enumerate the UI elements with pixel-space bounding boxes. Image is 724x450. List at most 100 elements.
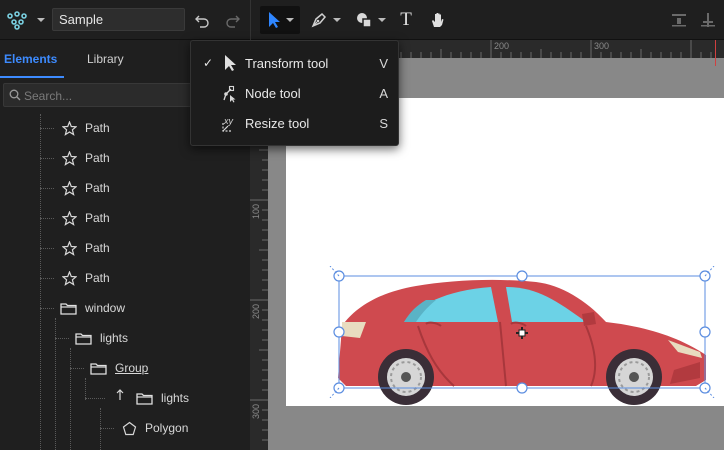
tree-item-label: Path [85, 271, 110, 285]
toolbar-divider [250, 0, 251, 40]
align-center-icon [701, 13, 715, 27]
tree-item-label: lights [100, 331, 129, 345]
resize-handle[interactable] [333, 326, 345, 338]
tree-item-label: Path [85, 181, 110, 195]
path-icon [62, 210, 77, 226]
path-icon [62, 180, 77, 196]
tree-guide [40, 188, 54, 189]
resize-handle[interactable] [699, 326, 711, 338]
tree-item-path[interactable]: Path [62, 267, 110, 289]
tree-item-path[interactable]: Path [62, 207, 110, 229]
polygon-icon [122, 421, 137, 435]
menu-item-resize-tool[interactable]: xy Resize tool S [191, 108, 398, 138]
svg-text:xy: xy [223, 116, 234, 126]
toolbar: Sample T [0, 0, 724, 40]
tab-elements[interactable]: Elements [4, 52, 57, 66]
drop-indicator-icon [116, 389, 124, 400]
tree-guide [40, 158, 54, 159]
tree-item-lights[interactable]: lights [136, 387, 189, 409]
tree-guide [55, 338, 69, 339]
tree-item-label: Path [85, 241, 110, 255]
path-icon [62, 270, 77, 286]
tree-item-label: Group [115, 361, 149, 375]
pointer-icon [268, 12, 280, 28]
chevron-down-icon [377, 18, 386, 22]
shortcut-key: S [379, 115, 388, 131]
redo-icon [226, 15, 240, 28]
ruler-label: 300 [594, 41, 610, 51]
hand-tool-button[interactable] [427, 6, 449, 34]
pen-icon [311, 12, 326, 28]
app-menu-button[interactable] [6, 6, 45, 34]
menu-item-label: Transform tool [245, 55, 329, 71]
ruler-label: 200 [251, 304, 261, 320]
align-center-button[interactable] [698, 6, 718, 34]
redo-button[interactable] [222, 6, 244, 34]
align-bottom-icon [672, 14, 686, 27]
tree-item-label: Polygon [145, 421, 189, 435]
node-icon [223, 85, 236, 103]
tree-guide [100, 428, 114, 429]
tree-item-label: lights [161, 391, 190, 405]
tree-item-path[interactable]: Path [62, 147, 110, 169]
chevron-down-icon [37, 18, 45, 22]
tree-guide [70, 348, 71, 450]
folder-icon [75, 332, 92, 345]
ruler-label: 200 [494, 41, 510, 51]
path-icon [62, 240, 77, 256]
tree-guide [100, 408, 101, 450]
menu-item-label: Node tool [245, 85, 301, 101]
document-name-field[interactable]: Sample [52, 8, 185, 31]
search-input[interactable]: Search... [3, 83, 203, 107]
tree-item-polygon[interactable]: Polygon [122, 417, 188, 439]
tree-item-path[interactable]: Path [62, 117, 110, 139]
tree-item-group[interactable]: Group [90, 357, 148, 379]
tree-guide [40, 218, 54, 219]
transform-tool-button[interactable] [260, 6, 300, 34]
tree-guide [85, 378, 86, 400]
shortcut-key: A [379, 85, 388, 101]
resize-handle[interactable] [516, 382, 528, 394]
tree-guide [40, 114, 41, 450]
tree-item-window[interactable]: window [60, 297, 125, 319]
align-bottom-button[interactable] [669, 6, 689, 34]
undo-button[interactable] [191, 6, 213, 34]
resize-icon: xy [222, 116, 234, 132]
folder-icon [60, 302, 77, 315]
chevron-down-icon [285, 18, 294, 22]
tree-item-label: Path [85, 121, 110, 135]
tab-library[interactable]: Library [87, 52, 124, 66]
path-icon [62, 120, 77, 136]
tree-guide [85, 398, 105, 399]
shapes-tool-button[interactable] [351, 6, 389, 34]
transform-tool-menu: ✓ Transform tool V Node tool A xy Resize… [190, 40, 399, 146]
shortcut-key: V [379, 55, 388, 71]
check-icon: ✓ [203, 56, 214, 70]
text-tool-button[interactable]: T [396, 6, 416, 34]
guide-line [715, 40, 716, 66]
tree-item-lights[interactable]: lights [75, 327, 128, 349]
tree-item-label: window [85, 301, 126, 315]
shapes-icon [356, 13, 372, 28]
ruler-label: 100 [251, 204, 261, 220]
folder-icon [90, 362, 107, 375]
tree-guide [40, 308, 54, 309]
path-icon [62, 150, 77, 166]
pen-tool-button[interactable] [306, 6, 344, 34]
tree-item-label: Path [85, 151, 110, 165]
logo-icon [7, 11, 27, 30]
undo-icon [195, 15, 209, 28]
menu-item-node-tool[interactable]: Node tool A [191, 78, 398, 108]
search-icon [9, 89, 21, 101]
tree-item-label: Path [85, 211, 110, 225]
tree-item-path[interactable]: Path [62, 237, 110, 259]
resize-handle[interactable] [516, 270, 528, 282]
transform-arrow-icon [225, 55, 236, 71]
tree-item-path[interactable]: Path [62, 177, 110, 199]
tree-guide [40, 128, 54, 129]
folder-icon [136, 392, 153, 405]
selection-box[interactable] [328, 266, 724, 398]
menu-item-transform-tool[interactable]: ✓ Transform tool V [191, 48, 398, 78]
menu-item-label: Resize tool [245, 115, 310, 131]
ruler-label: 300 [251, 404, 261, 420]
